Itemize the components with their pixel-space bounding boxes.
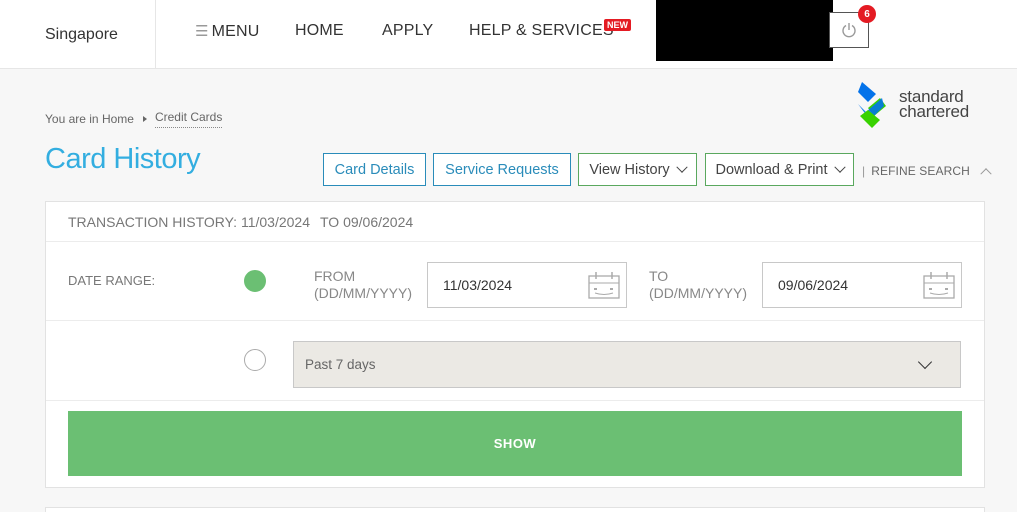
- nav-home[interactable]: HOME: [295, 22, 344, 40]
- power-icon: [842, 23, 856, 38]
- chevron-up-icon: [980, 168, 992, 180]
- preset-range-select[interactable]: Past 7 days: [293, 341, 961, 388]
- from-date-input[interactable]: 11/03/2024: [427, 262, 627, 308]
- to-label-text: TO: [649, 268, 669, 284]
- logo-mark-icon: [858, 82, 886, 128]
- chevron-down-icon: [833, 161, 846, 173]
- date-range-label: DATE RANGE:: [68, 273, 156, 288]
- download-print-dropdown[interactable]: Download & Print: [705, 153, 854, 186]
- history-to-label: TO 09/06/2024: [320, 214, 414, 230]
- from-label-text: FROM: [314, 268, 356, 284]
- results-panel: [45, 507, 985, 512]
- calendar-icon[interactable]: [922, 270, 956, 300]
- country-selector[interactable]: Singapore: [0, 0, 156, 69]
- refine-search-toggle[interactable]: | REFINE SEARCH: [862, 164, 992, 180]
- from-label: FROM (DD/MM/YYYY): [314, 268, 412, 302]
- refine-search-label: REFINE SEARCH: [871, 164, 970, 178]
- chevron-down-icon: [917, 354, 933, 370]
- to-date-input[interactable]: 09/06/2024: [762, 262, 962, 308]
- chevron-down-icon: [675, 161, 688, 173]
- preset-range-radio[interactable]: [244, 349, 266, 371]
- search-panel: TRANSACTION HISTORY: 11/03/2024 TO 09/06/…: [45, 201, 985, 488]
- menu-button[interactable]: ☰ MENU: [195, 22, 260, 41]
- view-history-dropdown[interactable]: View History: [578, 153, 697, 186]
- to-format-text: (DD/MM/YYYY): [649, 285, 747, 301]
- preset-range-row: Past 7 days: [46, 321, 984, 401]
- breadcrumb-home[interactable]: Home: [102, 112, 134, 126]
- breadcrumb-prefix: You are in: [45, 112, 99, 126]
- history-range-label: TRANSACTION HISTORY: 11/03/2024: [68, 214, 310, 230]
- logo-line-2: chartered: [899, 102, 970, 121]
- from-format-text: (DD/MM/YYYY): [314, 285, 412, 301]
- logo-text: standard chartered: [899, 88, 970, 121]
- to-label: TO (DD/MM/YYYY): [649, 268, 747, 302]
- transaction-history-header: TRANSACTION HISTORY: 11/03/2024 TO 09/06/…: [46, 202, 984, 242]
- show-button[interactable]: SHOW: [68, 411, 962, 476]
- page-title: Card History: [45, 143, 201, 175]
- preset-range-value: Past 7 days: [305, 357, 376, 372]
- date-range-row: DATE RANGE: FROM (DD/MM/YYYY) 11/03/2024…: [46, 242, 984, 321]
- nav-help-services[interactable]: HELP & SERVICES: [469, 22, 614, 40]
- new-badge: NEW: [604, 19, 631, 31]
- download-print-label: Download & Print: [715, 161, 828, 178]
- card-details-button[interactable]: Card Details: [323, 153, 426, 186]
- from-date-value: 11/03/2024: [443, 277, 513, 293]
- show-button-label: SHOW: [493, 436, 537, 451]
- notification-badge[interactable]: 6: [858, 5, 876, 23]
- breadcrumb-arrow-icon: [142, 116, 147, 122]
- top-navigation-bar: Singapore ☰ MENU HOME APPLY HELP & SERVIC…: [0, 0, 1017, 69]
- redacted-area: [656, 0, 833, 61]
- breadcrumb: You are in Home Credit Cards: [45, 110, 223, 128]
- view-history-label: View History: [589, 161, 670, 178]
- hamburger-icon: ☰: [195, 23, 209, 40]
- service-requests-button[interactable]: Service Requests: [433, 153, 571, 186]
- service-requests-label: Service Requests: [445, 161, 559, 178]
- divider: |: [862, 164, 866, 178]
- nav-apply[interactable]: APPLY: [382, 22, 433, 40]
- to-date-value: 09/06/2024: [778, 277, 849, 293]
- menu-label: MENU: [211, 23, 260, 40]
- calendar-icon[interactable]: [587, 270, 621, 300]
- standard-chartered-logo[interactable]: standard chartered: [854, 80, 984, 132]
- date-range-radio[interactable]: [244, 270, 266, 292]
- breadcrumb-current[interactable]: Credit Cards: [154, 110, 223, 128]
- card-details-label: Card Details: [334, 161, 415, 178]
